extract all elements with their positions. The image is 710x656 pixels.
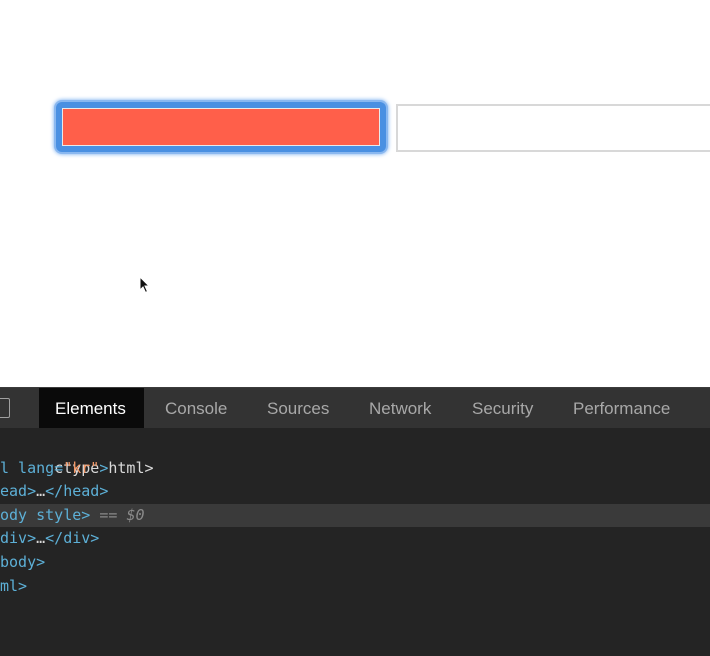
dom-node-html[interactable]: l lang="kr"> <box>0 457 710 481</box>
selected-eq: == <box>90 505 127 524</box>
tab-console[interactable]: Console <box>165 388 227 428</box>
html-tag-text: l lang= <box>0 458 64 477</box>
tab-elements[interactable]: Elements <box>39 388 144 428</box>
dom-node-doctype[interactable]: ctype html> <box>0 433 710 477</box>
html-close-text: ml> <box>0 576 28 595</box>
body-close-text: body> <box>0 552 46 571</box>
dom-node-body-selected[interactable]: ody style> == $0 <box>0 503 710 528</box>
dom-node-head[interactable]: ead>…</head> <box>0 480 710 504</box>
focused-text-input[interactable] <box>56 102 386 152</box>
dom-tree: ctype html> l lang="kr"> ead>…</head> od… <box>0 433 710 598</box>
head-close: </head> <box>45 482 109 501</box>
text-input[interactable] <box>396 104 710 152</box>
devtools-panel: Elements Console Sources Network Securit… <box>0 387 710 656</box>
html-tag-close: > <box>99 458 109 477</box>
tab-performance[interactable]: Performance <box>573 388 670 428</box>
dom-node-div[interactable]: div>…</div> <box>0 527 710 551</box>
page-viewport <box>0 0 710 387</box>
dom-node-html-close[interactable]: ml> <box>0 575 710 599</box>
head-open: ead> <box>0 482 37 501</box>
head-ellipsis[interactable]: … <box>36 482 45 500</box>
inspect-element-icon[interactable] <box>0 398 10 418</box>
tab-network[interactable]: Network <box>369 388 431 428</box>
tab-sources[interactable]: Sources <box>267 388 329 428</box>
dom-node-body-close[interactable]: body> <box>0 551 710 575</box>
div-close: </div> <box>45 529 100 548</box>
focused-input-fill[interactable] <box>62 108 380 146</box>
arrow-cursor-icon <box>139 276 151 294</box>
tab-security[interactable]: Security <box>472 388 533 428</box>
devtools-tab-bar: Elements Console Sources Network Securit… <box>0 387 710 428</box>
div-ellipsis[interactable]: … <box>36 529 45 547</box>
div-open: div> <box>0 529 37 548</box>
lang-value: "kr" <box>63 458 100 477</box>
selected-dollar-ref: $0 <box>126 505 145 524</box>
body-tag-text: ody style> <box>0 505 91 524</box>
